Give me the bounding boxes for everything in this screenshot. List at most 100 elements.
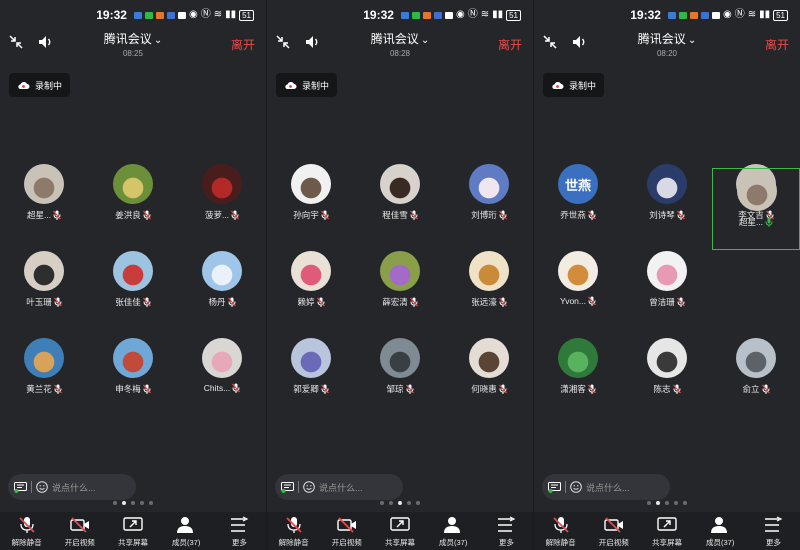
page-dot[interactable] (416, 501, 420, 505)
more-button[interactable]: 更多 (748, 516, 798, 548)
unmute-label: 解除静音 (545, 538, 576, 547)
share-screen-icon (657, 517, 677, 531)
page-dot[interactable] (665, 501, 669, 505)
status-time: 19:32 (96, 8, 127, 22)
recording-badge[interactable]: 录制中 (9, 73, 71, 97)
mic-muted-icon (53, 297, 62, 307)
emoji-icon[interactable] (36, 481, 48, 493)
chat-list-icon[interactable] (548, 481, 561, 493)
participant-name-line: 程佳雪 (356, 209, 444, 221)
share-screen-icon (390, 517, 410, 531)
meeting-title-area[interactable]: 腾讯会议 ⌄ 08:25 (0, 30, 266, 58)
unmute-button[interactable]: 解除静音 (269, 516, 319, 548)
participant-tile[interactable]: 菠萝... (178, 162, 266, 244)
participant-tile[interactable]: 赖婷 (267, 249, 355, 331)
participant-tile[interactable]: 张佳佳 (89, 249, 177, 331)
start-video-button[interactable]: 开启视频 (55, 516, 105, 548)
page-dot[interactable] (131, 501, 135, 505)
participant-tile[interactable]: 潇湘客 (534, 336, 622, 418)
mic-muted-icon (142, 297, 151, 307)
nfc-icon: Ⓝ (200, 9, 211, 20)
participant-tile[interactable]: 张远濠 (445, 249, 533, 331)
participant-tile[interactable]: 黄兰花 (0, 336, 88, 418)
participant-tile[interactable]: Chits... (178, 336, 266, 418)
more-button[interactable]: 更多 (481, 516, 531, 548)
page-dot[interactable] (122, 501, 126, 505)
emoji-icon[interactable] (303, 481, 315, 493)
participant-name-line: 何晓惠 (445, 383, 533, 395)
page-dot[interactable] (656, 501, 660, 505)
participant-tile[interactable]: 杨丹 (178, 249, 266, 331)
participant-tile[interactable]: 薛宏清 (356, 249, 444, 331)
app-notification-icon (667, 11, 676, 19)
page-dot[interactable] (149, 501, 153, 505)
participant-tile[interactable]: Yvon... (534, 249, 622, 331)
participant-name: 薛宏清 (382, 297, 408, 307)
page-dot[interactable] (140, 501, 144, 505)
participant-tile[interactable]: 世燕 乔世燕 (534, 162, 622, 244)
emoji-icon[interactable] (570, 481, 582, 493)
mic-muted-icon (142, 210, 151, 220)
unmute-button[interactable]: 解除静音 (536, 516, 586, 548)
meeting-title-area[interactable]: 腾讯会议 ⌄ 08:20 (534, 30, 800, 58)
share-screen-button[interactable]: 共享屏幕 (108, 516, 158, 548)
participant-tile[interactable]: 超星... (712, 168, 800, 250)
page-dot[interactable] (647, 501, 651, 505)
page-dot[interactable] (674, 501, 678, 505)
members-icon (444, 517, 461, 533)
participant-tile[interactable]: 叶玉珊 (0, 249, 88, 331)
participant-tile[interactable]: 曾洁珊 (623, 249, 711, 331)
page-dot[interactable] (407, 501, 411, 505)
participant-name-line: Yvon... (534, 296, 622, 306)
app-notification-icon (155, 11, 164, 19)
participant-tile[interactable]: 陈志 (623, 336, 711, 418)
unmute-button[interactable]: 解除静音 (2, 516, 52, 548)
start-video-button[interactable]: 开启视频 (589, 516, 639, 548)
chat-input-bar[interactable]: 说点什么... (542, 474, 670, 500)
participant-name: 张远濠 (471, 297, 497, 307)
participant-tile[interactable]: 程佳雪 (356, 162, 444, 244)
share-screen-button[interactable]: 共享屏幕 (375, 516, 425, 548)
status-bar: 19:32 ◉ Ⓝ ≋ ▮▮ 51 (267, 6, 533, 24)
start-video-button[interactable]: 开启视频 (322, 516, 372, 548)
participant-tile[interactable]: 郭爱卿 (267, 336, 355, 418)
wifi-icon: ≋ (213, 9, 223, 20)
recording-badge[interactable]: 录制中 (543, 73, 605, 97)
chat-input-bar[interactable]: 说点什么... (275, 474, 403, 500)
page-dot[interactable] (683, 501, 687, 505)
meeting-title: 腾讯会议 (103, 32, 152, 46)
mic-muted-icon (405, 384, 414, 394)
leave-button[interactable]: 离开 (231, 36, 255, 53)
participant-tile[interactable]: 超星... (0, 162, 88, 244)
members-button[interactable]: 成员(37) (695, 516, 745, 548)
participant-tile[interactable]: 刘诗琴 (623, 162, 711, 244)
participant-tile[interactable]: 孙向宇 (267, 162, 355, 244)
page-dot[interactable] (389, 501, 393, 505)
members-button[interactable]: 成员(37) (161, 516, 211, 548)
mic-active-icon (765, 217, 773, 227)
participant-name: 姜洪良 (115, 210, 141, 220)
members-button[interactable]: 成员(37) (428, 516, 478, 548)
avatar (113, 164, 153, 204)
page-dot[interactable] (113, 501, 117, 505)
leave-button[interactable]: 离开 (765, 36, 789, 53)
more-button[interactable]: 更多 (214, 516, 264, 548)
participant-tile[interactable]: 俞立 (712, 336, 800, 418)
participant-tile[interactable]: 姜洪良 (89, 162, 177, 244)
participant-tile[interactable]: 邹琼 (356, 336, 444, 418)
chat-list-icon[interactable] (14, 481, 27, 493)
participant-tile[interactable]: 申冬梅 (89, 336, 177, 418)
participant-name: 何晓惠 (471, 384, 497, 394)
chat-list-icon[interactable] (281, 481, 294, 493)
chat-input-bar[interactable]: 说点什么... (8, 474, 136, 500)
meeting-title-area[interactable]: 腾讯会议 ⌄ 08:28 (267, 30, 533, 58)
page-dot[interactable] (398, 501, 402, 505)
leave-button[interactable]: 离开 (498, 36, 522, 53)
share-screen-button[interactable]: 共享屏幕 (642, 516, 692, 548)
app-notification-icon (177, 11, 186, 19)
participant-name-line: 张佳佳 (89, 296, 177, 308)
page-dot[interactable] (380, 501, 384, 505)
participant-tile[interactable]: 何晓惠 (445, 336, 533, 418)
recording-badge[interactable]: 录制中 (276, 73, 338, 97)
participant-tile[interactable]: 刘博珩 (445, 162, 533, 244)
